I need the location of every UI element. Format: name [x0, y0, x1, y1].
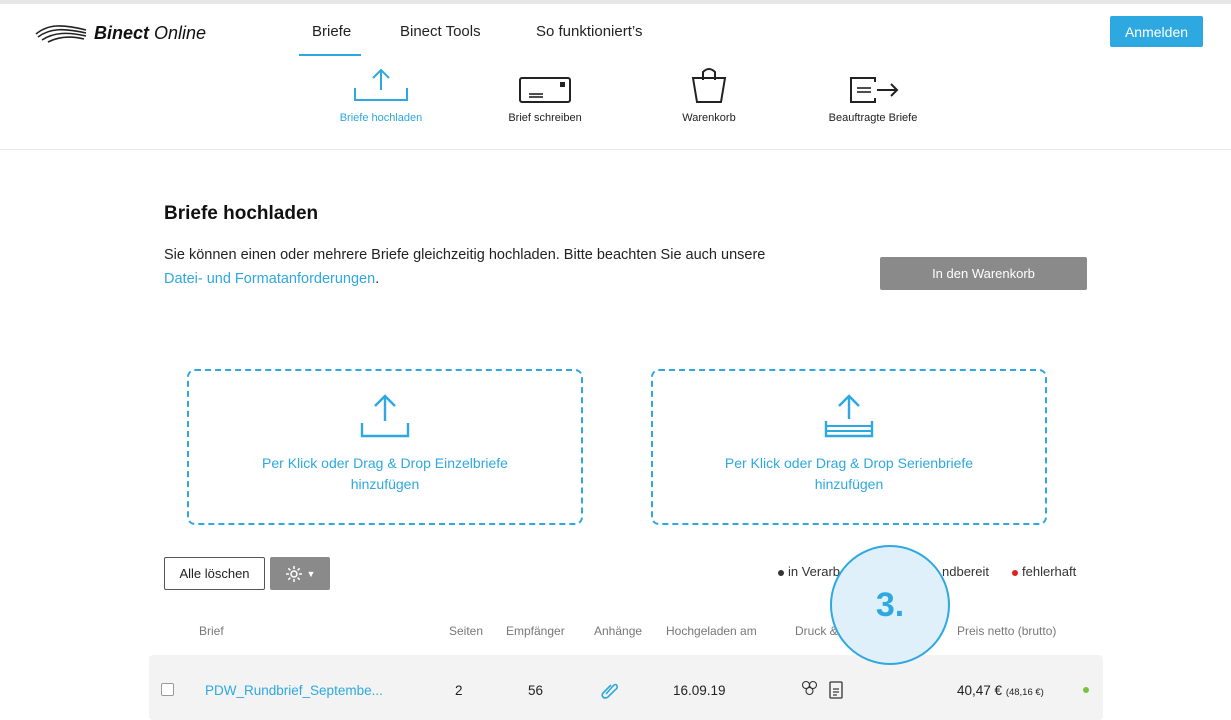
wave-logo-icon	[35, 25, 87, 43]
letter-name-link[interactable]: PDW_Rundbrief_Septembe...	[205, 683, 383, 698]
nav-briefe[interactable]: Briefe	[312, 23, 351, 40]
status-dot	[778, 569, 784, 576]
recipients-value: 56	[528, 683, 544, 698]
col-header-seiten[interactable]: Seiten	[449, 624, 483, 638]
col-header-brief[interactable]: Brief	[199, 624, 224, 638]
dropzone-single-letters[interactable]: Per Klick oder Drag & Drop Einzelbriefe …	[187, 369, 583, 525]
upload-date-value: 16.09.19	[673, 683, 726, 698]
envelope-icon	[519, 77, 571, 103]
step-number-callout: 3.	[830, 545, 950, 665]
step-brief-schreiben[interactable]: Brief schreiben	[465, 66, 625, 124]
col-header-hochgeladen[interactable]: Hochgeladen am	[666, 624, 757, 638]
price-gross-value: (48,16 €)	[1005, 687, 1044, 698]
color-print-icon[interactable]	[801, 680, 819, 703]
nav-active-indicator	[299, 54, 361, 56]
gear-icon	[285, 565, 302, 582]
header-divider	[0, 149, 1231, 150]
dropzone-label: Per Klick oder Drag & Drop Serienbriefe …	[724, 455, 974, 492]
intro-text: Sie können einen oder mehrere Briefe gle…	[164, 247, 766, 287]
logo[interactable]: Binect Online	[34, 20, 206, 46]
step-briefe-hochladen[interactable]: Briefe hochladen	[301, 66, 461, 124]
settings-dropdown-button[interactable]: ▼	[270, 557, 330, 590]
upload-tray-icon	[360, 394, 410, 438]
col-header-anhaenge[interactable]: Anhänge	[594, 624, 642, 638]
dropzone-label: Per Klick oder Drag & Drop Einzelbriefe …	[262, 455, 508, 492]
status-dot	[1012, 569, 1018, 576]
step-beauftragte-briefe[interactable]: Beauftragte Briefe	[793, 66, 953, 124]
add-to-cart-button[interactable]: In den Warenkorb	[880, 257, 1087, 290]
document-icon[interactable]	[828, 680, 844, 705]
row-checkbox[interactable]	[161, 683, 174, 696]
col-header-empfaenger[interactable]: Empfänger	[506, 624, 565, 638]
legend-in-processing: in Verarb	[778, 564, 840, 579]
letter-sent-icon	[850, 77, 899, 103]
pages-value: 2	[455, 683, 463, 698]
step-label: Brief schreiben	[508, 112, 582, 124]
logo-text: Binect Online	[94, 22, 207, 43]
col-header-preis[interactable]: Preis netto (brutto)	[957, 624, 1056, 638]
col-header-druck[interactable]: Druck &	[795, 624, 838, 638]
page-title: Briefe hochladen	[164, 203, 319, 224]
caret-down-icon: ▼	[306, 568, 316, 579]
step-label: Beauftragte Briefe	[828, 112, 918, 124]
price-value: 40,47 € (48,16 €)	[957, 683, 1044, 698]
nav-so-funktionierts[interactable]: So funktioniert’s	[536, 23, 642, 40]
shopping-bag-icon	[691, 68, 727, 103]
upload-stack-icon	[824, 394, 874, 438]
dropzone-serial-letters[interactable]: Per Klick oder Drag & Drop Serienbriefe …	[651, 369, 1047, 525]
step-warenkorb[interactable]: Warenkorb	[629, 66, 789, 124]
top-border	[0, 0, 1231, 4]
legend-ready: ndbereit	[942, 564, 989, 579]
nav-binect-tools[interactable]: Binect Tools	[400, 23, 481, 40]
paperclip-icon[interactable]	[600, 680, 620, 705]
step-label: Warenkorb	[682, 112, 736, 124]
legend-faulty: fehlerhaft	[1012, 564, 1076, 579]
login-button[interactable]: Anmelden	[1110, 16, 1203, 47]
upload-tray-icon	[354, 68, 408, 101]
status-dot	[1083, 687, 1089, 693]
format-requirements-link[interactable]: Datei- und Formatanforderungen	[164, 271, 375, 287]
step-label: Briefe hochladen	[339, 112, 423, 124]
delete-all-button[interactable]: Alle löschen	[164, 557, 265, 590]
